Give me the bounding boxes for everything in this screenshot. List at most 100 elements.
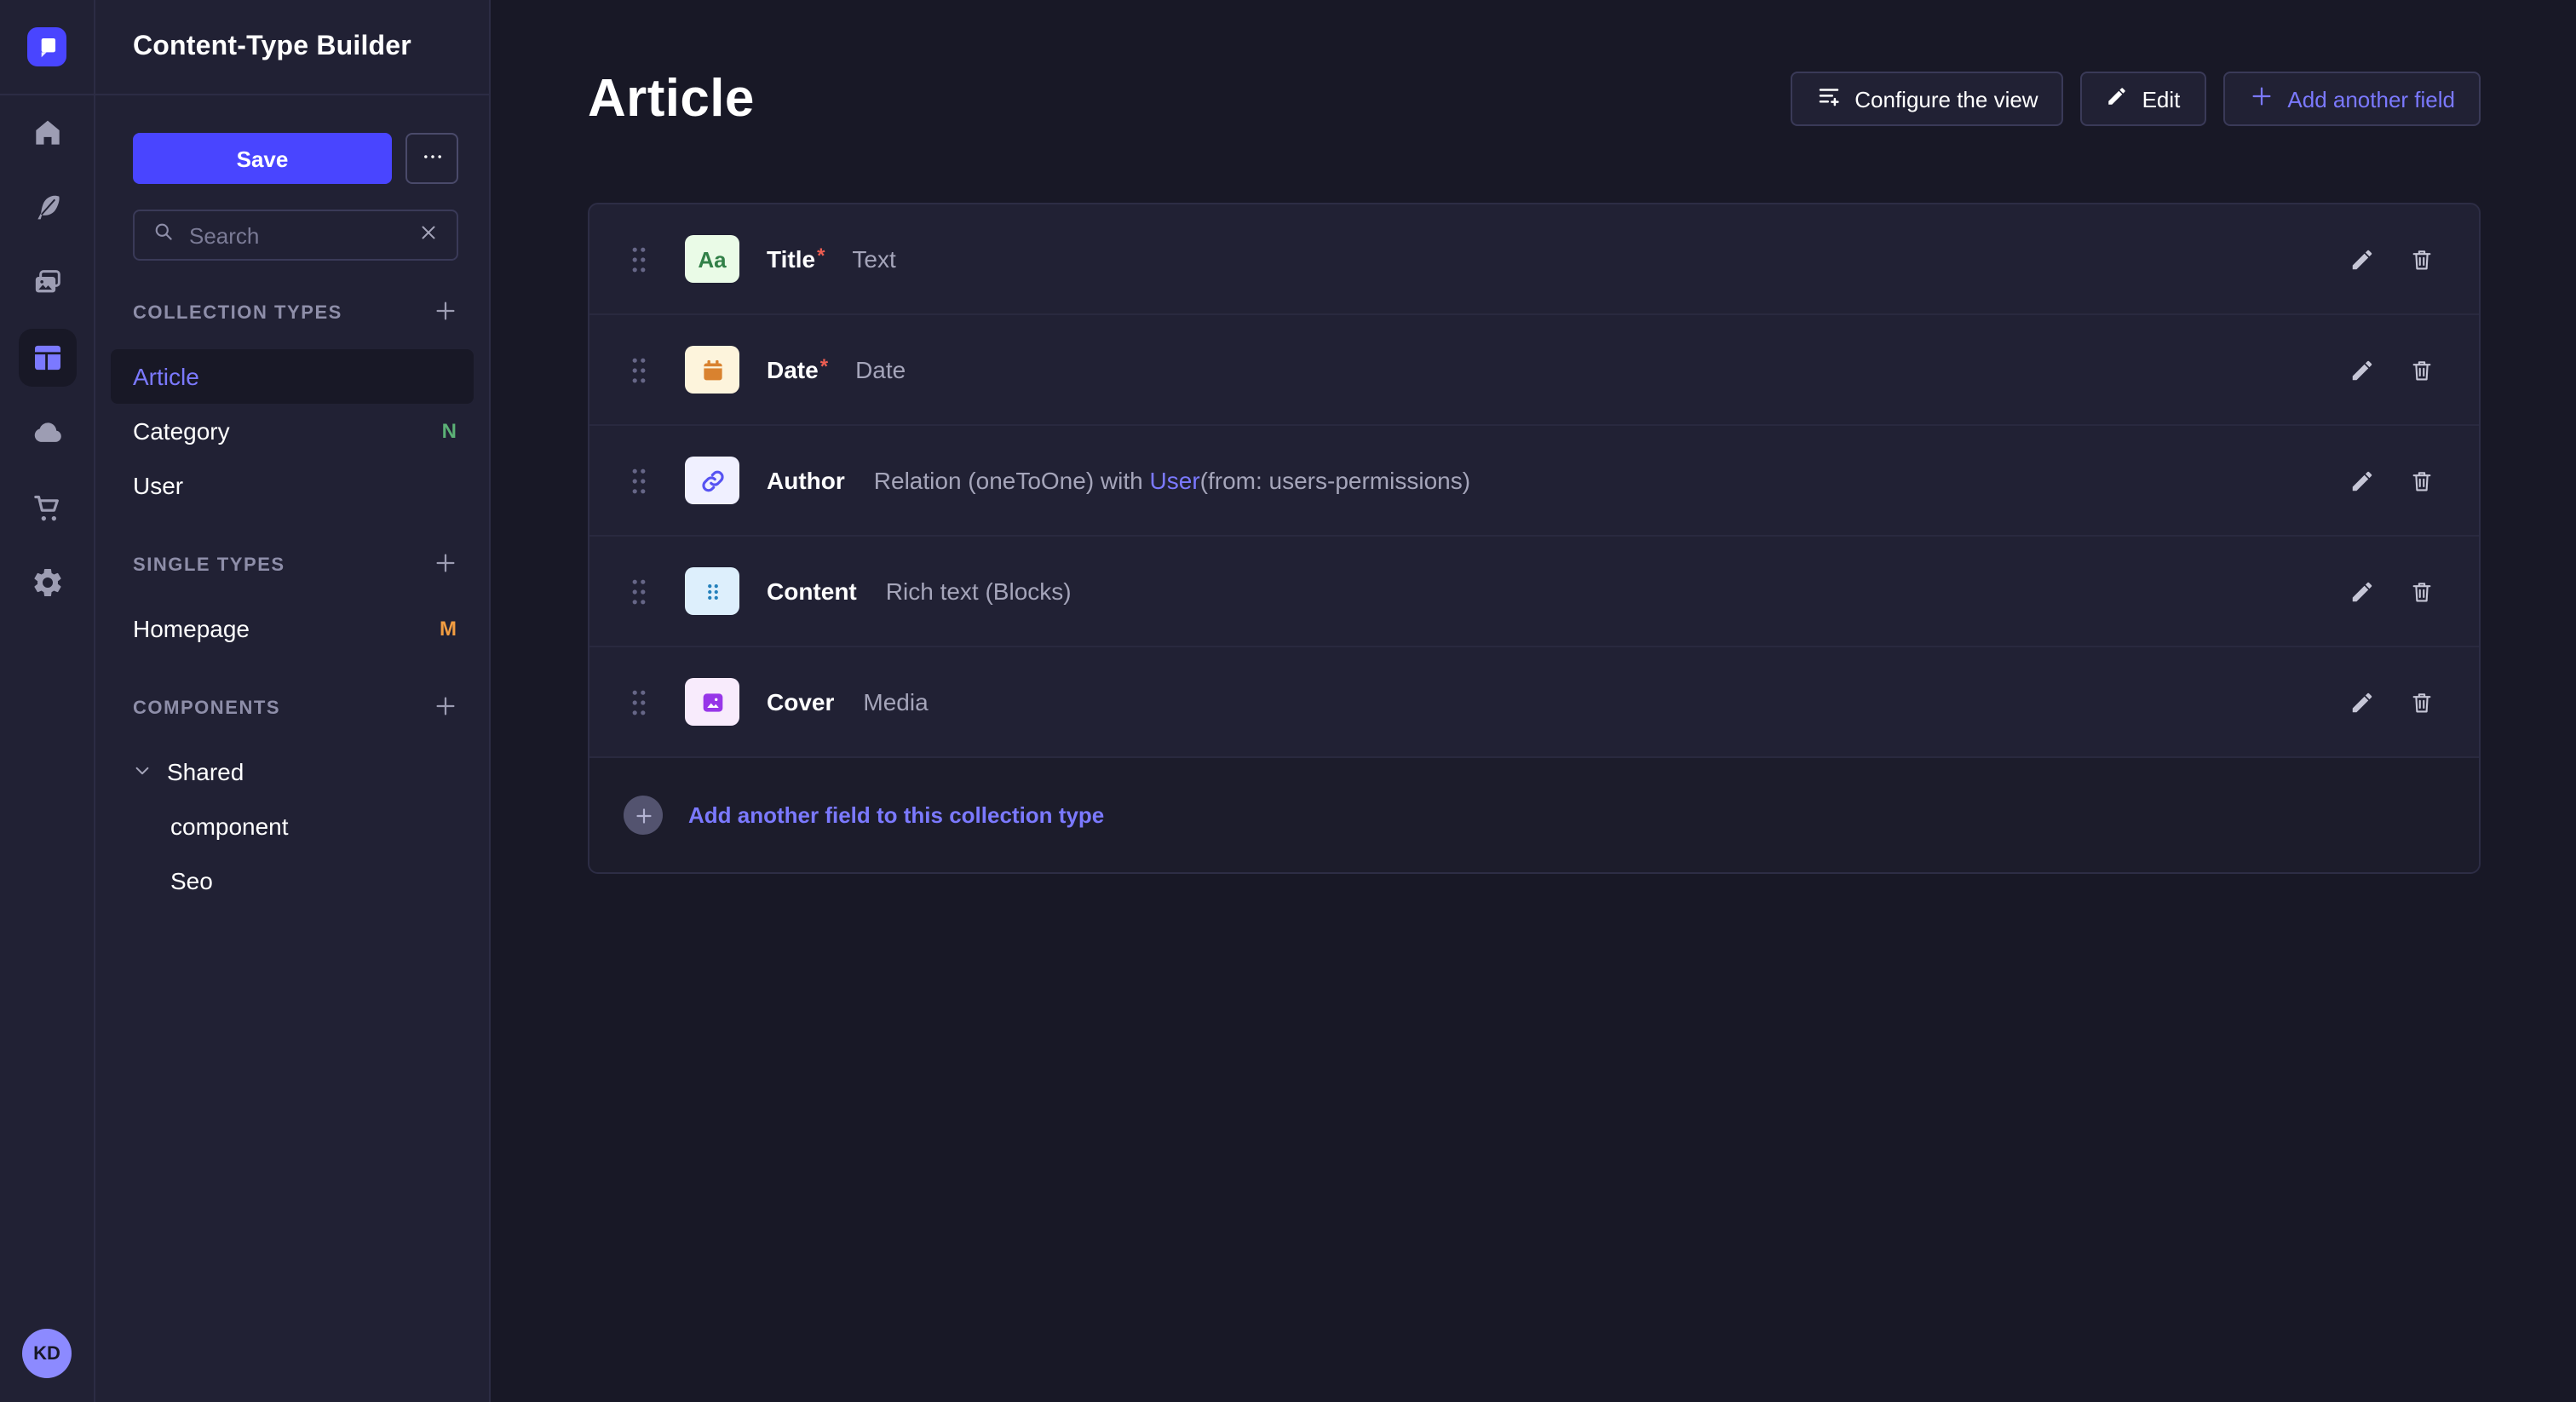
field-row-date: Date* Date — [589, 315, 2479, 426]
add-collection-type-button[interactable] — [433, 298, 458, 329]
search-box — [133, 210, 458, 261]
edit-field-button[interactable] — [2349, 689, 2375, 715]
sidebar-item-homepage[interactable]: Homepage M — [111, 601, 474, 656]
edit-field-button[interactable] — [2349, 468, 2375, 493]
active-nav-highlight — [18, 329, 76, 387]
more-options-button[interactable] — [405, 133, 458, 184]
main-content: Article Configure the view — [491, 0, 2576, 1402]
edit-field-button[interactable] — [2349, 246, 2375, 272]
add-single-type-button[interactable] — [433, 550, 458, 581]
plugin-title: Content-Type Builder — [133, 32, 411, 62]
configure-view-button[interactable]: Configure the view — [1790, 72, 2063, 126]
drag-handle-icon[interactable] — [630, 687, 647, 716]
sidebar-item-component[interactable]: component — [111, 799, 474, 853]
sidebar-item-content-manager[interactable] — [0, 170, 95, 245]
add-component-button[interactable] — [433, 693, 458, 724]
relation-target: User — [1150, 467, 1200, 494]
main-nav: KD — [0, 0, 95, 1402]
drag-handle-icon[interactable] — [630, 466, 647, 495]
field-row-author: Author Relation (oneToOne) with User(fro… — [589, 426, 2479, 537]
sidebar-item-seo[interactable]: Seo — [111, 853, 474, 908]
field-name: Title — [767, 245, 815, 273]
plugin-sidebar-header: Content-Type Builder — [95, 0, 489, 95]
delete-field-button[interactable] — [2409, 357, 2435, 382]
sidebar-item-deploy[interactable] — [0, 395, 95, 470]
text-field-icon: Aa — [685, 235, 739, 283]
relation-field-icon — [685, 457, 739, 504]
field-name: Content — [767, 577, 857, 605]
home-icon — [30, 116, 64, 150]
field-row-title: Aa Title* Text — [589, 204, 2479, 315]
collection-types-section: COLLECTION TYPES — [133, 298, 458, 329]
field-type: Rich text (Blocks) — [886, 577, 1072, 605]
feather-icon — [30, 191, 64, 225]
content-type-builder-app: KD Content-Type Builder Save — [0, 0, 2576, 1402]
plus-icon — [433, 693, 458, 724]
field-name: Cover — [767, 688, 834, 715]
drag-handle-icon[interactable] — [630, 577, 647, 606]
gear-icon — [30, 566, 64, 600]
sidebar-item-home[interactable] — [0, 95, 95, 170]
plugin-sidebar: Content-Type Builder Save — [95, 0, 491, 1402]
section-label: COLLECTION TYPES — [133, 303, 342, 324]
clear-search-button[interactable] — [417, 221, 440, 249]
add-field-row-button[interactable]: Add another field to this collection typ… — [589, 758, 2479, 872]
field-row-content: Content Rich text (Blocks) — [589, 537, 2479, 647]
configure-list-icon — [1815, 83, 1841, 114]
drag-handle-icon[interactable] — [630, 355, 647, 384]
sidebar-item-article[interactable]: Article — [111, 349, 474, 404]
chevron-down-icon — [133, 758, 152, 785]
required-asterisk: * — [820, 354, 828, 378]
cart-icon — [30, 491, 64, 525]
status-badge-new: N — [442, 419, 457, 443]
ellipsis-icon — [420, 144, 444, 173]
search-icon — [152, 219, 175, 251]
avatar[interactable]: KD — [22, 1329, 72, 1378]
single-types-section: SINGLE TYPES — [133, 550, 458, 581]
plus-icon — [433, 298, 458, 329]
strapi-logo — [27, 27, 66, 66]
plus-circle-icon — [624, 796, 663, 835]
section-label: SINGLE TYPES — [133, 555, 285, 576]
fields-table: Aa Title* Text — [588, 203, 2481, 874]
blocks-field-icon — [685, 567, 739, 615]
delete-field-button[interactable] — [2409, 468, 2435, 493]
component-group-shared[interactable]: Shared — [111, 744, 474, 799]
sidebar-item-content-type-builder[interactable] — [0, 320, 95, 395]
components-section: COMPONENTS — [133, 693, 458, 724]
sidebar-item-settings[interactable] — [0, 545, 95, 620]
status-badge-modified: M — [440, 617, 457, 641]
section-label: COMPONENTS — [133, 698, 280, 719]
cloud-icon — [30, 416, 64, 450]
sidebar-item-user[interactable]: User — [111, 458, 474, 513]
required-asterisk: * — [817, 244, 825, 267]
field-type: Date — [855, 356, 906, 383]
edit-button[interactable]: Edit — [2081, 72, 2206, 126]
drag-handle-icon[interactable] — [630, 244, 647, 273]
search-input[interactable] — [189, 222, 404, 248]
sidebar-item-category[interactable]: Category N — [111, 404, 474, 458]
field-name: Author — [767, 467, 845, 494]
sidebar-item-marketplace[interactable] — [0, 470, 95, 545]
add-field-row-label: Add another field to this collection typ… — [688, 802, 1104, 828]
sidebar-item-media-library[interactable] — [0, 245, 95, 320]
add-another-field-button[interactable]: Add another field — [2222, 72, 2481, 126]
field-type: Media — [863, 688, 928, 715]
edit-field-button[interactable] — [2349, 578, 2375, 604]
media-field-icon — [685, 678, 739, 726]
nav-header — [0, 0, 95, 95]
delete-field-button[interactable] — [2409, 246, 2435, 272]
field-type: Relation (oneToOne) with User(from: user… — [874, 467, 1470, 494]
page-title: Article — [588, 68, 755, 129]
edit-field-button[interactable] — [2349, 357, 2375, 382]
plus-icon — [2248, 83, 2274, 114]
delete-field-button[interactable] — [2409, 689, 2435, 715]
media-library-icon — [30, 266, 64, 300]
field-row-cover: Cover Media — [589, 647, 2479, 758]
plus-icon — [433, 550, 458, 581]
field-type: Text — [852, 245, 895, 273]
save-button[interactable]: Save — [133, 133, 392, 184]
content-type-builder-icon — [30, 341, 64, 375]
delete-field-button[interactable] — [2409, 578, 2435, 604]
pencil-icon — [2107, 85, 2129, 112]
